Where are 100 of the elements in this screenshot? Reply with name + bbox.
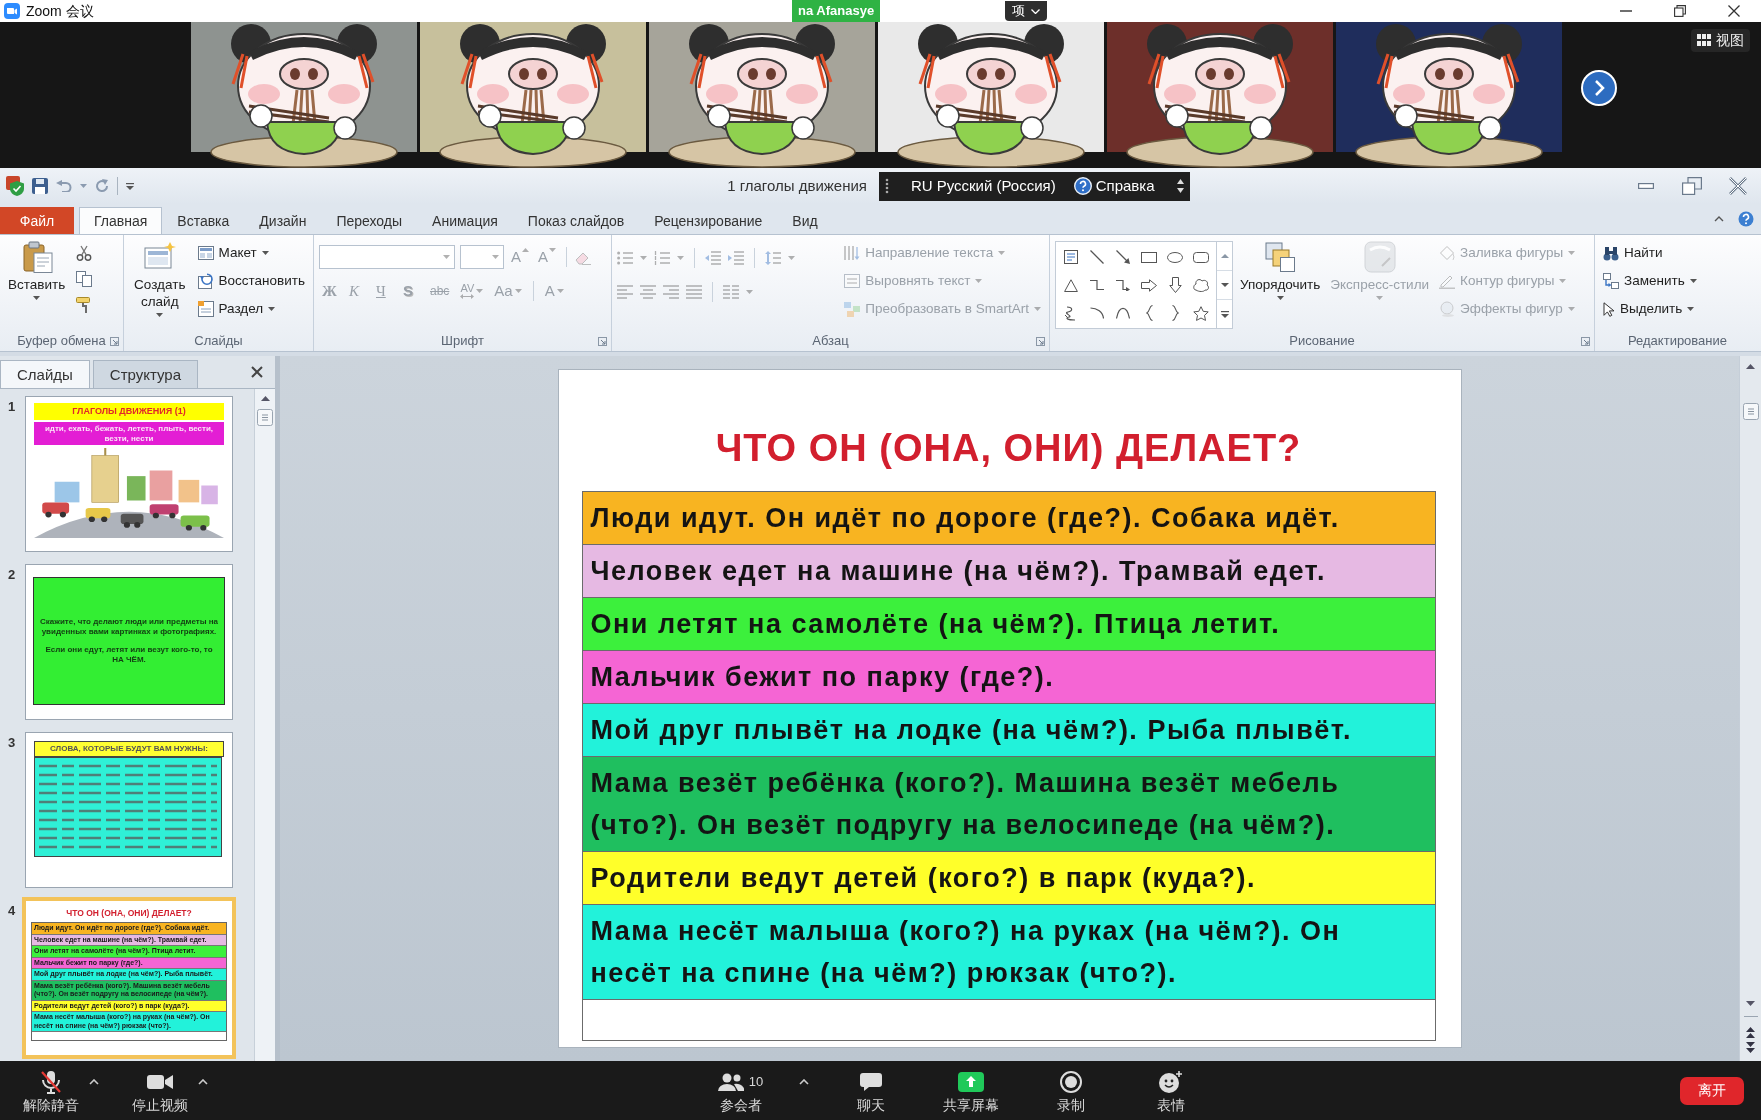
chevron-up-icon[interactable]	[798, 1078, 809, 1085]
chat-button[interactable]: 聊天	[832, 1063, 909, 1118]
customize-icon[interactable]	[126, 182, 134, 190]
left-brace-icon[interactable]	[1145, 305, 1153, 321]
binoculars-icon	[1603, 245, 1619, 261]
pane-tab[interactable]: Слайды	[0, 360, 90, 388]
save-icon[interactable]	[32, 178, 48, 194]
arrange-button[interactable]: Упорядочить	[1237, 239, 1324, 331]
previous-slide-icon[interactable]	[1746, 1027, 1755, 1038]
ribbon-tab[interactable]: Вставка	[162, 207, 245, 234]
close-icon[interactable]	[251, 366, 263, 378]
cloud-icon[interactable]	[1193, 278, 1209, 292]
help-label[interactable]: Справка	[1095, 177, 1155, 195]
slide-thumbnail[interactable]: СЛОВА, КОТОРЫЕ БУДУТ ВАМ НУЖНЫ:	[25, 732, 233, 888]
ribbon-tab[interactable]: Вид	[777, 207, 833, 234]
share-screen-button[interactable]: 共享屏幕	[932, 1063, 1009, 1118]
stop-video-button[interactable]: 停止视频	[122, 1063, 198, 1118]
ribbon-tab[interactable]: Анимация	[417, 207, 513, 234]
oval-icon[interactable]	[1167, 251, 1183, 263]
right-arrow-icon[interactable]	[1141, 278, 1157, 292]
rounded-rectangle-icon[interactable]	[1193, 251, 1209, 263]
reset-button[interactable]: Восстановить	[194, 268, 308, 294]
scroll-thumb-icon[interactable]	[257, 409, 273, 426]
scribble-icon[interactable]	[1065, 305, 1077, 321]
curve-icon[interactable]	[1116, 307, 1130, 319]
find-button[interactable]: Найти	[1600, 240, 1700, 266]
elbow-arrow-icon[interactable]	[1116, 279, 1130, 291]
smiley-icon	[1158, 1070, 1183, 1093]
double-arrow-icon	[460, 294, 475, 299]
refresh-icon	[197, 273, 214, 289]
triangle-icon[interactable]	[1064, 278, 1078, 292]
help-icon[interactable]	[1073, 177, 1092, 195]
restore-icon[interactable]	[1674, 5, 1686, 17]
scroll-down-icon[interactable]	[1220, 283, 1229, 287]
shield-check-icon[interactable]	[6, 176, 24, 196]
chevron-up-icon[interactable]	[89, 1078, 99, 1085]
section-button[interactable]: Раздел	[194, 296, 308, 322]
caret-down-icon	[549, 248, 557, 252]
language-code[interactable]: RU	[911, 177, 933, 195]
stacked-squares-icon	[1264, 241, 1297, 273]
copy-icon[interactable]	[76, 271, 93, 287]
scroll-thumb-icon[interactable]	[1742, 403, 1759, 420]
minimize-icon[interactable]	[1638, 183, 1654, 189]
layout-button[interactable]: Макет	[194, 240, 308, 266]
replace-button[interactable]: Заменить	[1600, 268, 1700, 294]
next-slide-icon[interactable]	[1746, 1042, 1755, 1053]
scroll-up-icon[interactable]	[1220, 254, 1229, 258]
ribbon-tab[interactable]: Рецензирование	[639, 207, 778, 234]
more-icon[interactable]	[1220, 310, 1229, 318]
slide-thumbnail[interactable]: Скажите, что делают люди или предметы на увиденных вами картинках и фотографиях. Если они едут, летят или везут кого-то, то НА ЧЁМ.	[25, 564, 233, 720]
text-box-icon[interactable]	[1064, 250, 1078, 264]
unmute-button[interactable]: 解除静音	[13, 1063, 89, 1118]
scroll-up-icon[interactable]	[260, 396, 270, 401]
star-icon[interactable]	[1193, 305, 1209, 321]
chevron-up-icon[interactable]	[198, 1078, 208, 1085]
caret-icon	[443, 255, 450, 259]
file-tab[interactable]: Файл	[0, 207, 74, 234]
table-cell: Мама везёт ребёнка (кого?). Машина везёт мебель (что?). Он везёт подругу на велосипеде (на чём?).	[582, 757, 1435, 852]
dialog-launcher-icon[interactable]	[1581, 336, 1590, 346]
right-brace-icon[interactable]	[1171, 305, 1179, 321]
line-icon[interactable]	[1090, 250, 1104, 264]
sharing-label: na Afanasye	[792, 0, 881, 22]
select-button[interactable]: Выделить	[1600, 296, 1700, 322]
close-icon[interactable]	[1728, 5, 1740, 17]
slide-title: ЧТО ОН (ОНА, ОНИ) ДЕЛАЕТ?	[715, 426, 1302, 471]
caret-icon	[514, 289, 522, 293]
view-button[interactable]: 视图	[1691, 29, 1750, 52]
scroll-arrows-icon[interactable]	[1177, 179, 1184, 193]
leave-button[interactable]: 离开	[1680, 1076, 1744, 1105]
ribbon-tab[interactable]: Главная	[79, 207, 163, 234]
new-slide-button[interactable]: Создать слайд	[129, 239, 191, 331]
chevron-right-icon[interactable]	[1581, 70, 1617, 106]
reactions-button[interactable]: 表情	[1132, 1063, 1209, 1118]
view-options-button[interactable]: 项	[1005, 1, 1048, 21]
paste-button[interactable]: Вставить	[5, 239, 69, 331]
ribbon-tab[interactable]: Переходы	[321, 207, 418, 234]
pane-tab[interactable]: Структура	[92, 360, 198, 388]
group-label: Абзац	[812, 333, 849, 349]
language-name[interactable]: Русский (Россия)	[936, 177, 1056, 195]
grip-icon	[885, 178, 889, 194]
rectangle-icon[interactable]	[1141, 251, 1157, 263]
scissors-icon[interactable]	[76, 245, 93, 261]
down-arrow-icon[interactable]	[1168, 277, 1182, 293]
text-direction-icon	[844, 246, 861, 260]
slide-title: СЛОВА, КОТОРЫЕ БУДУТ ВАМ НУЖНЫ:	[34, 741, 224, 757]
record-button[interactable]: 录制	[1032, 1063, 1109, 1118]
participants-button[interactable]: 10 参会者	[702, 1063, 779, 1118]
arrow-icon[interactable]	[1116, 250, 1130, 264]
slide-thumbnail[interactable]	[22, 897, 236, 1059]
ribbon-tab[interactable]: Показ слайдов	[512, 207, 640, 234]
collapse-ribbon-icon[interactable]	[1714, 216, 1724, 222]
elbow-connector-icon[interactable]	[1090, 279, 1104, 291]
brush-icon[interactable]	[76, 297, 91, 313]
arc-icon[interactable]	[1090, 307, 1104, 319]
table-cell: Мама несёт малыша (кого?) на руках (на чём?). Он несёт на спине (на чём?) рюкзак (что?).	[582, 905, 1435, 1000]
ribbon-tab[interactable]: Дизайн	[244, 207, 322, 234]
dialog-launcher-icon[interactable]	[110, 336, 119, 346]
scroll-down-icon[interactable]	[1746, 1001, 1755, 1006]
slide-thumbnail[interactable]: ГЛАГОЛЫ ДВИЖЕНИЯ (1) идти, ехать, бежать, лететь, плыть, вести, везти, нести	[25, 396, 233, 552]
scroll-up-icon[interactable]	[1746, 364, 1755, 369]
